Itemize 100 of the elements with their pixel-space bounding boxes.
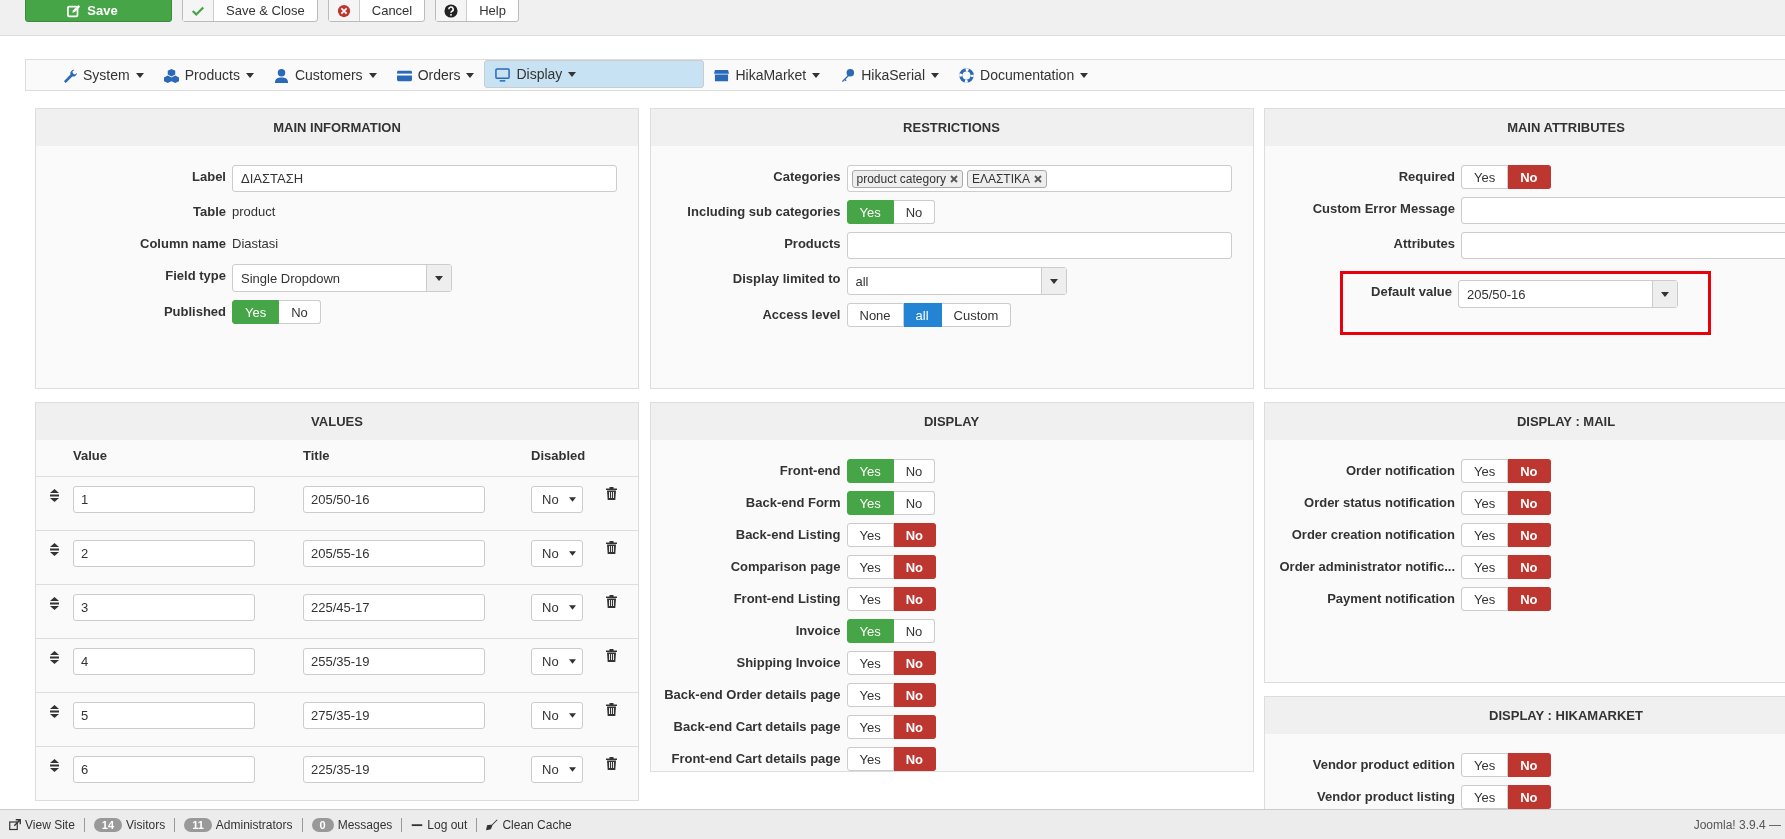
menu-item[interactable]: HikaSerial [830,60,950,90]
title-input[interactable]: 225/45-17 [303,594,485,621]
toolbar-button[interactable]: Save & Close [182,0,318,22]
toggle-option[interactable]: Yes [1461,555,1509,579]
caret-icon [569,497,576,502]
toggle-option[interactable]: Yes [1461,785,1509,809]
title-input[interactable]: 275/35-19 [303,702,485,729]
toggle-option[interactable]: No [1508,165,1551,189]
toggle-option[interactable]: No [1508,587,1551,611]
toggle-option[interactable]: Yes [1461,523,1509,547]
menu-item[interactable]: Orders [386,60,485,90]
toggle-option[interactable]: No [893,619,936,643]
status-link[interactable]: 14 Visitors [93,817,166,832]
sort-icon[interactable] [50,651,59,664]
toggle-option[interactable]: No [1508,523,1551,547]
value-input[interactable]: 6 [73,756,255,783]
toggle-option[interactable]: No [893,523,937,547]
menu-item[interactable]: HikaMarket [704,60,831,90]
field-label: Comparison page [729,558,841,574]
text-input[interactable] [846,232,1232,259]
toggle-option[interactable]: No [279,300,321,324]
trash-icon[interactable] [606,757,617,770]
toggle-option[interactable]: No [893,459,936,483]
menu-item[interactable]: Customers [263,60,387,90]
remove-icon[interactable] [949,174,958,183]
toggle-option[interactable]: No [893,747,937,771]
menu-item[interactable]: System [52,60,154,90]
menu-item[interactable]: Documentation [949,60,1099,90]
text-input[interactable] [1461,232,1785,259]
sort-icon[interactable] [50,597,59,610]
title-input[interactable]: 225/35-19 [303,756,485,783]
toggle-option[interactable]: No [893,555,937,579]
caret-icon [435,275,443,281]
trash-icon[interactable] [606,703,617,716]
toggle-option[interactable]: No [893,715,937,739]
caret-icon [1661,291,1669,297]
value-input[interactable]: 5 [73,702,255,729]
toggle-option[interactable]: all [903,303,942,327]
column-header: Value [73,448,108,463]
external-link-icon [9,818,21,831]
toggle-option[interactable]: No [1508,785,1551,809]
trash-icon[interactable] [606,541,617,554]
toggle-option[interactable]: Yes [1461,587,1509,611]
tags-field[interactable]: product category ΕΛΑΣΤΙΚΑ [846,165,1232,192]
dropdown[interactable]: all [846,267,1067,295]
toggle-option[interactable]: No [1508,459,1551,483]
toggle-option[interactable]: Yes [846,555,894,579]
toggle-option[interactable]: Yes [846,715,894,739]
toggle-option[interactable]: Yes [846,683,894,707]
remove-icon[interactable] [1034,174,1042,183]
toggle-option[interactable]: No [1508,491,1551,515]
trash-icon[interactable] [606,487,617,500]
status-link[interactable]: 11 Administrators [184,817,293,832]
value-input[interactable]: 3 [73,594,255,621]
toggle-option[interactable]: Yes [1461,165,1509,189]
toggle-option[interactable]: No [893,491,936,515]
value-input[interactable]: 1 [73,486,255,513]
toolbar-button[interactable]: Help [435,0,519,22]
toggle-option[interactable]: None [846,303,904,327]
sort-icon[interactable] [50,489,59,502]
trash-icon[interactable] [606,595,617,608]
toggle-option[interactable]: Yes [1461,459,1509,483]
toolbar-button[interactable]: Cancel [327,0,426,22]
toggle-option[interactable]: Yes [846,523,894,547]
toggle-option[interactable]: Yes [1461,753,1509,777]
toggle-option[interactable]: Custom [941,303,1012,327]
toggle-option[interactable]: No [893,651,937,675]
lifebuoy-icon [959,67,975,83]
toggle-option[interactable]: No [1508,753,1551,777]
toggle-option[interactable]: No [893,200,936,224]
menu-item[interactable]: Products [153,60,264,90]
menu-item[interactable]: Display [484,60,705,88]
title-input[interactable]: 205/55-16 [303,540,485,567]
status-link[interactable]: Log out [411,817,468,832]
count-badge: 11 [184,817,212,832]
field-label: Required [1397,168,1455,184]
sort-icon[interactable] [50,759,59,772]
title-input[interactable]: 255/35-19 [303,648,485,675]
toggle-option[interactable]: Yes [1461,491,1509,515]
status-link[interactable]: Clean Cache [486,817,572,832]
toggle-option[interactable]: Yes [846,747,894,771]
text-input[interactable]: ΔΙΑΣΤΑΣΗ [232,165,617,192]
field-label: Order status notification [1303,494,1455,510]
field-label: Front-end Listing [732,590,841,606]
dropdown[interactable]: Single Dropdown [232,264,452,292]
toggle-option[interactable]: No [893,587,937,611]
toggle-option[interactable]: No [893,683,937,707]
toggle-option[interactable]: Yes [846,587,894,611]
status-link[interactable]: 0 Messages [311,817,393,832]
toggle-option[interactable]: No [1508,555,1551,579]
text-input[interactable] [1461,197,1785,224]
status-link[interactable]: View Site [9,817,75,832]
title-input[interactable]: 205/50-16 [303,486,485,513]
toggle-option[interactable]: Yes [846,651,894,675]
sort-icon[interactable] [50,543,59,556]
sort-icon[interactable] [50,705,59,718]
trash-icon[interactable] [606,649,617,662]
value-input[interactable]: 2 [73,540,255,567]
value-input[interactable]: 4 [73,648,255,675]
dropdown[interactable]: 205/50-16 [1458,280,1678,308]
